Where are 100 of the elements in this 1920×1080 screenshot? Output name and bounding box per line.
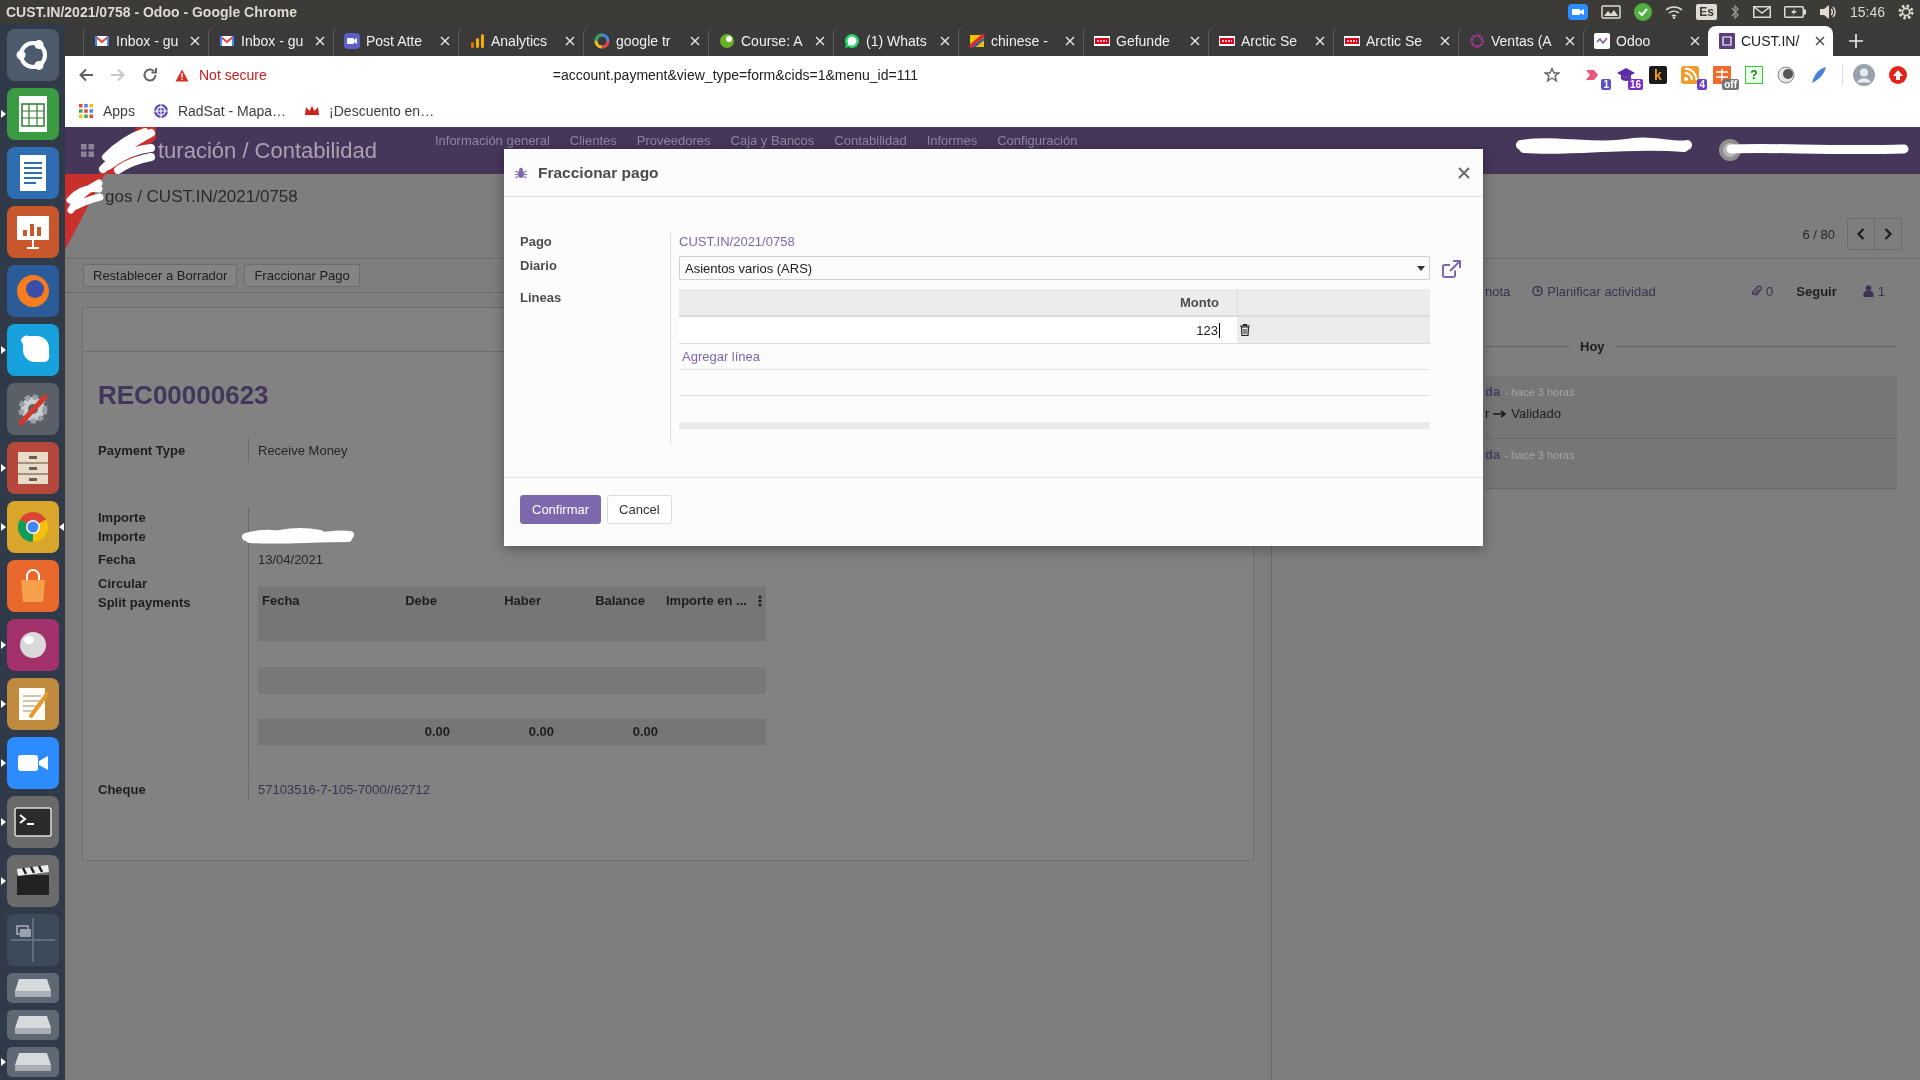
menu-item[interactable]: Clientes <box>569 133 617 148</box>
label-icon <box>1094 33 1110 49</box>
menu-item[interactable]: Información general <box>434 133 550 148</box>
attachments-button[interactable]: 0 <box>1751 283 1774 299</box>
notepad-pencil-icon[interactable] <box>6 678 59 730</box>
plus-icon[interactable] <box>1849 34 1863 48</box>
moon-icon[interactable] <box>1776 65 1796 85</box>
record-title: REC00000623 <box>98 379 269 411</box>
shopping-bag-icon[interactable] <box>6 560 59 612</box>
check-icon[interactable] <box>1634 3 1653 21</box>
bookmark-link[interactable]: ¡Descuento en… <box>304 102 435 119</box>
menu-item[interactable]: Contabilidad <box>834 133 907 148</box>
bluetooth-icon[interactable] <box>1729 4 1740 20</box>
column-header[interactable]: Fecha <box>262 592 300 608</box>
settings-icon[interactable] <box>6 383 59 435</box>
chat-bubble-icon <box>844 33 860 49</box>
field-value: Receive Money <box>258 442 348 458</box>
journal-select[interactable]: Asientos varios (ARS) <box>679 256 1430 280</box>
gear-icon[interactable] <box>1898 4 1914 20</box>
video-camera-icon[interactable] <box>1568 4 1589 20</box>
file-cabinet-icon[interactable] <box>6 442 59 494</box>
address-bar[interactable]: Not secure =account.payment&view_type=form&cids=1&menu_id=111 <box>175 60 1582 90</box>
clapperboard-icon[interactable] <box>6 855 59 907</box>
pager-counter[interactable]: 6 / 80 <box>1802 226 1835 242</box>
drive-icon[interactable] <box>6 973 59 1003</box>
cheque-link[interactable]: 57103516-7-105-7000//62712 <box>258 781 431 797</box>
feed-icon[interactable] <box>1680 65 1700 85</box>
video-camera-icon <box>344 33 360 49</box>
drive-icon[interactable] <box>6 1047 59 1077</box>
security-status[interactable]: Not secure <box>199 67 267 83</box>
screen-icon[interactable] <box>1601 5 1622 19</box>
vertical-dots-icon[interactable] <box>758 594 762 607</box>
column-header[interactable]: Haber <box>504 592 541 608</box>
extension-button[interactable]: ? <box>1745 66 1763 84</box>
extension-button[interactable]: k <box>1649 66 1667 84</box>
action-button[interactable]: Fraccionar Pago <box>244 264 360 287</box>
terminal-icon[interactable] <box>6 796 59 848</box>
column-header[interactable]: Monto <box>1180 294 1219 310</box>
workspaces-icon[interactable] <box>6 914 59 966</box>
spreadsheet-icon[interactable] <box>6 88 59 140</box>
log-note-button[interactable]: nota <box>1485 283 1511 299</box>
mail-icon[interactable] <box>1752 6 1771 18</box>
orb-icon[interactable] <box>6 265 59 317</box>
close-icon[interactable] <box>1458 166 1470 179</box>
menu-item[interactable]: Informes <box>926 133 978 148</box>
field-label: Importe <box>98 527 146 545</box>
schedule-activity-button[interactable]: Planificar actividad <box>1532 283 1656 299</box>
followers-button[interactable]: 1 <box>1862 283 1885 299</box>
apps-grid-icon[interactable] <box>81 144 94 157</box>
label-icon <box>1219 33 1235 49</box>
wifi-icon[interactable] <box>1665 5 1684 19</box>
field-label: Lineas <box>520 289 562 307</box>
bookmark-link[interactable]: Apps <box>78 102 135 119</box>
follow-button[interactable]: Seguir <box>1796 283 1837 299</box>
add-line-link[interactable]: Agregar línea <box>682 349 761 364</box>
video-camera-icon[interactable] <box>6 737 59 789</box>
column-header[interactable]: Balance <box>595 592 645 608</box>
count-badge: 16 <box>1627 79 1643 90</box>
paperclip-icon <box>1751 285 1763 297</box>
trash-icon[interactable] <box>1240 324 1250 336</box>
action-button[interactable]: Restablecer a Borrador <box>83 264 238 287</box>
avatar-icon[interactable] <box>1719 139 1741 161</box>
primary-button[interactable]: Confirmar <box>520 495 602 524</box>
bar-chart-icon <box>469 33 485 49</box>
star-icon[interactable] <box>1544 67 1560 83</box>
presentation-icon[interactable] <box>6 206 59 258</box>
document-icon[interactable] <box>6 147 59 199</box>
payment-link[interactable]: CUST.IN/2021/0758 <box>679 234 795 249</box>
bookmark-link[interactable]: RadSat - Mapa… <box>152 102 287 119</box>
column-header[interactable]: Debe <box>405 592 437 608</box>
apps-grid-icon <box>78 102 94 119</box>
menu-item[interactable]: Proveedores <box>636 133 711 148</box>
reload-icon[interactable] <box>142 67 158 83</box>
secondary-button[interactable]: Cancel <box>607 495 672 524</box>
close-icon[interactable] <box>1815 36 1825 46</box>
chat-icon[interactable] <box>6 324 59 376</box>
menu-item[interactable]: Configuración <box>997 133 1078 148</box>
external-link-icon[interactable] <box>1441 260 1461 278</box>
menu-item[interactable]: Caja y Bancos <box>730 133 815 148</box>
keyboard-layout-indicator[interactable]: Es <box>1696 4 1717 20</box>
color-wheel-icon[interactable] <box>6 501 59 553</box>
date-separator: Hoy <box>1579 338 1606 354</box>
field-label: Cheque <box>98 780 146 798</box>
circle-logo-icon[interactable] <box>6 29 59 81</box>
arrow-left-icon[interactable] <box>78 67 94 83</box>
square-logo-icon <box>1594 33 1610 49</box>
chevron-right-icon <box>1884 228 1892 240</box>
total-value: 0.00 <box>424 724 450 739</box>
breadcrumb[interactable]: gos / CUST.IN/2021/0758 <box>105 186 298 208</box>
field-label: Diario <box>520 257 557 275</box>
clock-time[interactable]: 15:46 <box>1849 4 1885 20</box>
browser-tab[interactable]: CUST.IN/ <box>1708 26 1833 56</box>
volume-icon[interactable] <box>1818 4 1837 20</box>
battery-icon[interactable] <box>1783 6 1806 18</box>
mail-icon <box>219 33 235 49</box>
drive-icon[interactable] <box>6 1010 59 1040</box>
dialog-title: Fraccionar pago <box>538 163 659 182</box>
window-title: CUST.IN/2021/0758 - Odoo - Google Chrome <box>6 4 297 20</box>
column-header[interactable]: Importe en ... <box>666 592 747 608</box>
flag-icon <box>969 33 985 49</box>
